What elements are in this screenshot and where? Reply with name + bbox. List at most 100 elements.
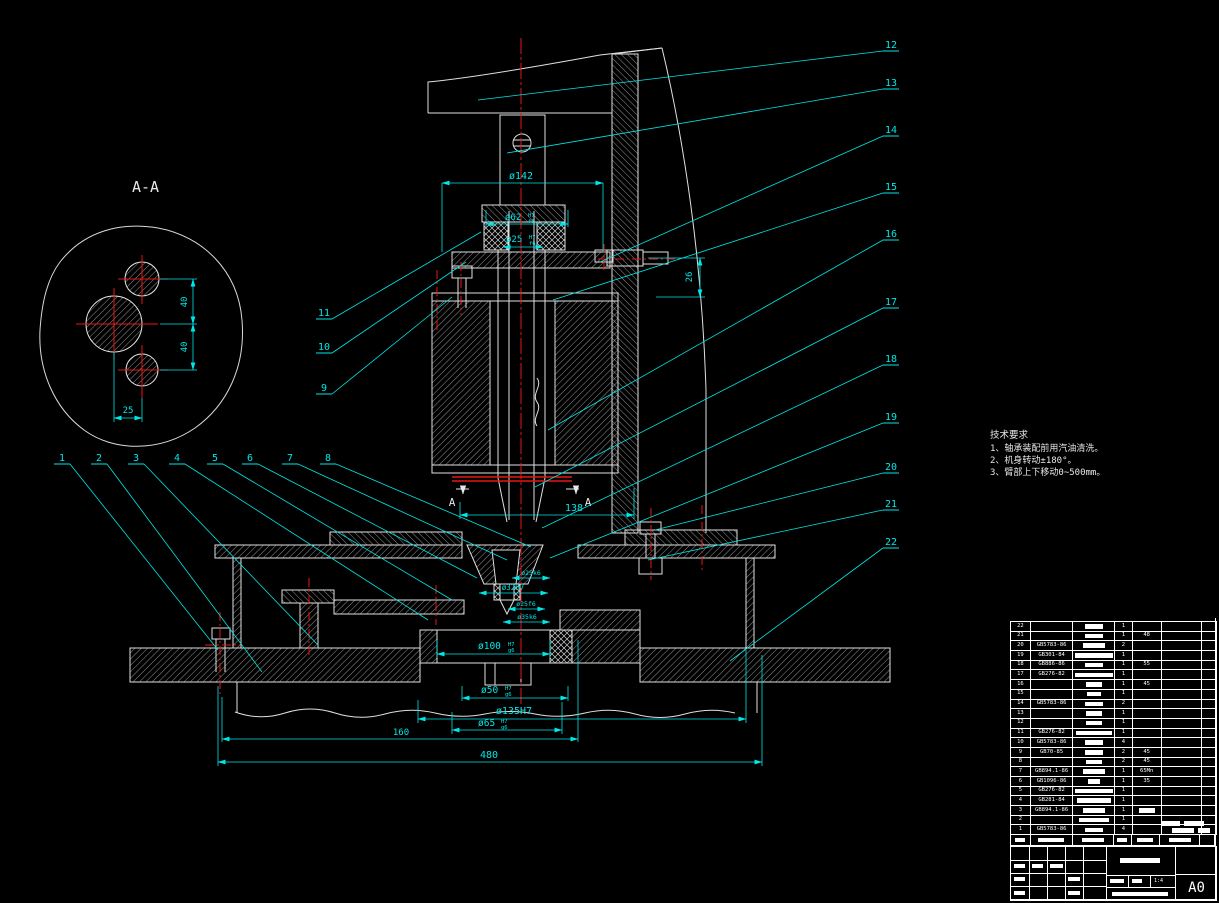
part-name-block xyxy=(1086,721,1102,726)
section-blob-outline xyxy=(40,226,243,446)
material-row xyxy=(1106,887,1176,900)
unit-cell xyxy=(1175,847,1216,874)
parts-table-row-22: 221 xyxy=(1011,622,1216,632)
svg-text:19: 19 xyxy=(885,412,897,423)
svg-text:14: 14 xyxy=(885,125,897,136)
cut-label-left: A xyxy=(449,496,456,509)
dim-35k6: ø35k6 xyxy=(517,613,537,621)
foundation-break-line xyxy=(235,709,735,718)
parts-table-row-7: 7GB894.1-86165Mn xyxy=(1011,767,1216,777)
header-code xyxy=(1031,835,1073,845)
dim-25k6: ø25k6 xyxy=(521,569,541,577)
housing-right xyxy=(555,301,618,465)
tech-req-title: 技术要求 xyxy=(990,429,1029,441)
callout-15: 15 xyxy=(553,182,899,300)
dim-32h7: ø32H7 xyxy=(502,583,525,592)
spring-detail xyxy=(535,378,538,426)
svg-text:4: 4 xyxy=(174,453,180,464)
part-name-block xyxy=(1076,731,1112,736)
sheet-size: A0 xyxy=(1175,874,1217,901)
tech-requirements: 技术要求 1、轴承装配前用汽油清洗。 2、机身转动±180°。 3、臂部上下移动… xyxy=(990,429,1105,478)
parts-table-row-10: 10GB5783-864 xyxy=(1011,738,1216,748)
dim-135: ø135H7 xyxy=(496,706,532,717)
header-material xyxy=(1132,835,1160,845)
parts-table-row-21: 21148 xyxy=(1011,632,1216,642)
svg-text:12: 12 xyxy=(885,40,897,51)
svg-text:9: 9 xyxy=(321,383,327,394)
parts-table-row-13: 131 xyxy=(1011,709,1216,719)
part-name-block xyxy=(1085,663,1103,668)
svg-text:11: 11 xyxy=(318,308,330,319)
parts-table-row-6: 6GB1096-86135 xyxy=(1011,777,1216,787)
header-remark xyxy=(1160,835,1200,845)
svg-text:7: 7 xyxy=(287,453,293,464)
callout-5: 5 xyxy=(207,453,452,600)
title-block: 1:4 A0 xyxy=(1010,846,1217,901)
clamp-left xyxy=(330,532,462,545)
dim-160: 160 xyxy=(393,728,409,738)
parts-table-row-19: 19GB301-841 xyxy=(1011,651,1216,661)
svg-text:20: 20 xyxy=(885,462,897,473)
hub-bearing xyxy=(550,630,572,663)
dim-25-top: ø25 xyxy=(506,235,522,245)
dim-65: ø65 xyxy=(478,718,495,729)
housing-left xyxy=(432,301,490,465)
dim-62: ø62 xyxy=(505,213,521,223)
svg-text:f6: f6 xyxy=(528,219,535,225)
cad-drawing-sheet: A-A 40 40 25 xyxy=(0,0,1219,903)
part-name-block xyxy=(1075,789,1113,794)
section-view-aa: A-A 40 40 25 xyxy=(40,178,243,446)
dim-40-lower: 40 xyxy=(180,342,190,353)
base-top-left xyxy=(215,545,462,558)
svg-text:3: 3 xyxy=(133,453,139,464)
tech-req-item-2: 2、机身转动±180°。 xyxy=(990,454,1077,466)
callout-1: 1 xyxy=(54,453,218,650)
part-name-block xyxy=(1083,769,1105,774)
part-name-block xyxy=(1085,624,1103,629)
parts-table-row-9: 9GB70-85245 xyxy=(1011,748,1216,758)
ground-plate-left xyxy=(130,648,420,682)
parts-table-row-12: 121 xyxy=(1011,719,1216,729)
svg-text:21: 21 xyxy=(885,499,897,510)
parts-table-row-17: 17GB276-821 xyxy=(1011,670,1216,680)
parts-table-row-5: 5GB276-821 xyxy=(1011,787,1216,797)
hub-upper-right xyxy=(560,610,640,630)
tool-tip xyxy=(500,600,514,614)
part-name-block xyxy=(1075,673,1113,678)
dim-25f6: ø25f6 xyxy=(516,600,536,608)
svg-text:f6: f6 xyxy=(529,241,536,247)
parts-table-row-16: 16145 xyxy=(1011,680,1216,690)
main-view xyxy=(130,48,890,718)
svg-text:g6: g6 xyxy=(505,692,512,698)
callout-14: 14 xyxy=(600,125,899,262)
signature-grid xyxy=(1011,847,1107,900)
part-name-block xyxy=(1085,634,1103,639)
dim-480: 480 xyxy=(480,750,498,761)
parts-table-row-4: 4GB281-841 xyxy=(1011,796,1216,806)
drawing-name-cell xyxy=(1106,847,1176,876)
header-no xyxy=(1011,835,1031,845)
part-name-block xyxy=(1086,760,1102,765)
parts-table-header xyxy=(1010,834,1215,846)
svg-text:10: 10 xyxy=(318,342,330,353)
part-name-block xyxy=(1088,779,1100,784)
svg-text:17: 17 xyxy=(885,297,897,308)
dim-40-upper: 40 xyxy=(180,297,190,308)
ground-plate-right xyxy=(640,648,890,682)
part-name-block xyxy=(1075,653,1113,658)
bearing-right xyxy=(537,222,565,250)
pedestal-cap xyxy=(282,590,334,603)
pedestal-arm xyxy=(334,600,464,614)
parts-table-row-3: 3GB894.1-861 xyxy=(1011,806,1216,816)
tech-req-item-1: 1、轴承装配前用汽油清洗。 xyxy=(990,442,1103,454)
part-name-block xyxy=(1079,818,1109,823)
spindle-top xyxy=(500,115,545,205)
callout-20: 20 xyxy=(655,462,899,530)
svg-text:18: 18 xyxy=(885,354,897,365)
dim-100: ø100 xyxy=(478,641,501,652)
parts-table-row-14: 14GB5783-862 xyxy=(1011,700,1216,710)
svg-text:g6: g6 xyxy=(508,648,515,654)
header-name xyxy=(1073,835,1114,845)
svg-text:6: 6 xyxy=(247,453,253,464)
svg-text:2: 2 xyxy=(96,453,102,464)
